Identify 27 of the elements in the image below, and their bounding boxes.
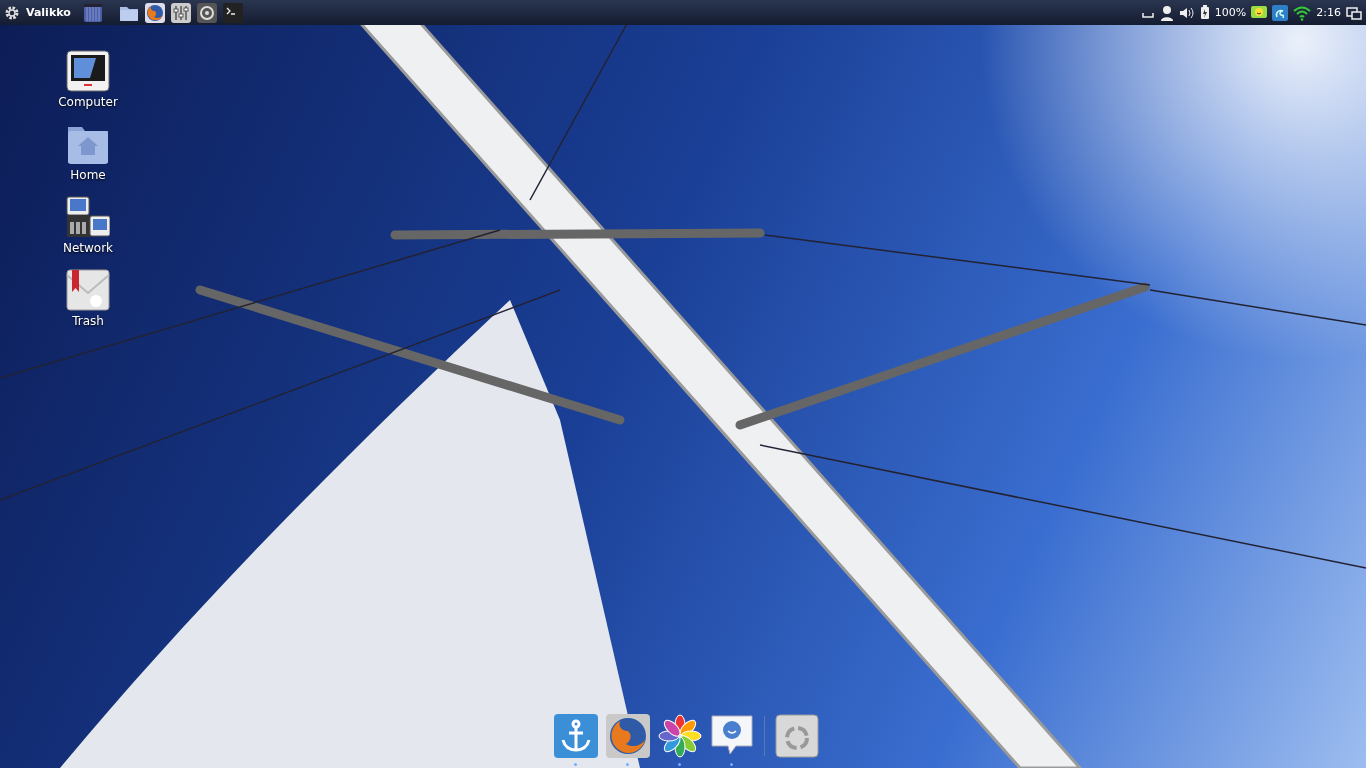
flower-icon[interactable] xyxy=(658,714,702,758)
battery-percentage: 100% xyxy=(1214,6,1247,19)
desktop-icon-label[interactable]: Trash xyxy=(72,314,104,328)
desktop-icon-label[interactable]: Computer xyxy=(58,95,118,109)
terminal-icon[interactable] xyxy=(222,2,243,23)
battery-icon[interactable] xyxy=(1199,5,1210,20)
show-desktop-icon[interactable] xyxy=(1346,5,1362,20)
recycle-bin-icon[interactable] xyxy=(775,714,819,758)
wifi-icon[interactable] xyxy=(1293,4,1312,21)
anchor-icon[interactable] xyxy=(554,714,598,758)
volume-icon[interactable] xyxy=(1178,5,1195,20)
monitor-icon xyxy=(66,50,110,92)
gear-icon xyxy=(4,4,20,21)
menu-label: Valikko xyxy=(26,6,71,19)
clock[interactable]: 2:16 xyxy=(1316,6,1341,19)
desktop-icon-label[interactable]: Network xyxy=(62,241,114,255)
application-menu[interactable]: Valikko xyxy=(4,4,77,21)
smiley-icon[interactable] xyxy=(1251,5,1268,20)
workspace-switcher-icon[interactable] xyxy=(82,2,103,23)
browser-icon[interactable] xyxy=(144,2,165,23)
app-swirl-icon[interactable] xyxy=(1272,4,1289,21)
mixer-icon[interactable] xyxy=(170,2,191,23)
desktop-icon-label[interactable]: Home xyxy=(70,168,106,182)
user-icon[interactable] xyxy=(1159,4,1174,21)
disk-icon[interactable] xyxy=(196,2,217,23)
network-computers-icon xyxy=(66,196,110,238)
mail-trash-icon xyxy=(66,269,110,311)
